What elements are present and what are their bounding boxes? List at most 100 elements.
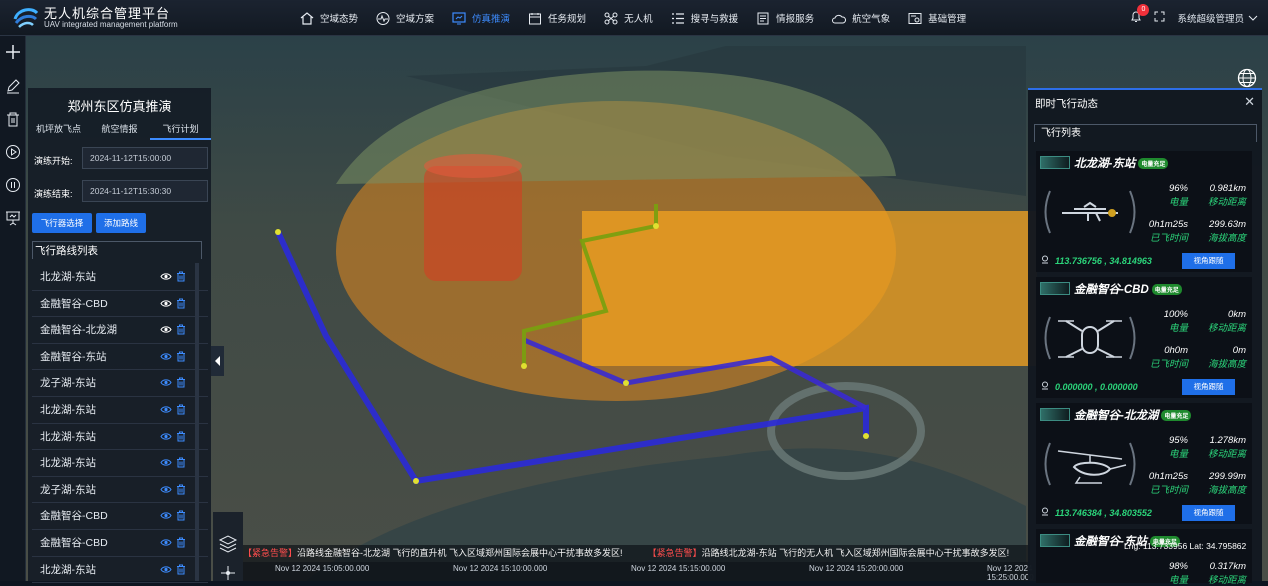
trash-icon[interactable] <box>5 111 21 127</box>
flight-card[interactable]: 北龙湖-东站 电量充足 96% 电量 0.981km 移动距离 0h1m25s 已飞时间 299… <box>1036 151 1252 272</box>
plus-icon[interactable] <box>5 44 21 60</box>
flight-card[interactable]: 金融智谷-CBD 电量充足 100% 电量 0km 移动距离 0h0m 已飞时间 0m 海拔高度 0… <box>1036 277 1252 398</box>
route-item[interactable]: 金融智谷-东站 <box>32 344 208 371</box>
eye-icon[interactable] <box>160 432 172 441</box>
eye-icon[interactable] <box>160 538 172 547</box>
follow-view-button[interactable]: 视角跟随 <box>1182 253 1235 269</box>
follow-view-button[interactable]: 视角跟随 <box>1182 505 1235 521</box>
pencil-icon[interactable] <box>5 78 21 94</box>
eye-icon[interactable] <box>160 352 172 361</box>
eye-icon[interactable] <box>160 565 172 574</box>
nav-airspace-plan[interactable]: 空域方案 <box>376 0 434 36</box>
route-name: 北龙湖-东站 <box>40 430 96 443</box>
waypoint <box>863 433 869 439</box>
nav-intel-service[interactable]: 情报服务 <box>756 0 814 36</box>
route-name: 金融智谷-北龙湖 <box>40 324 117 337</box>
collapse-panel-button[interactable] <box>211 346 224 376</box>
tab-launch-point[interactable]: 机坪放飞点 <box>28 122 89 140</box>
layers-icon[interactable] <box>213 527 243 557</box>
user-name[interactable]: 系统超级管理员 <box>1177 11 1244 25</box>
fullscreen-button[interactable] <box>1154 11 1165 25</box>
distance-stat: 0.317km 移动距离 <box>1207 561 1246 586</box>
calendar-icon <box>529 12 542 24</box>
select-aircraft-button[interactable]: 飞行器选择 <box>32 213 92 233</box>
trash-icon[interactable] <box>176 457 186 468</box>
route-item[interactable]: 北龙湖-东站 <box>32 450 208 477</box>
altitude-stat: 299.99m 海拔高度 <box>1207 471 1246 496</box>
altitude-stat: 299.63m 海拔高度 <box>1207 219 1246 244</box>
route-list-title: 飞行路线列表 <box>32 241 202 259</box>
trash-icon[interactable] <box>176 377 186 388</box>
trash-icon[interactable] <box>176 404 186 415</box>
add-route-button[interactable]: 添加路线 <box>96 213 146 233</box>
presentation-icon[interactable] <box>5 210 21 226</box>
top-bar: 无人机综合管理平台 UAV integrated management plat… <box>0 0 1268 36</box>
trash-icon[interactable] <box>176 431 186 442</box>
route-item[interactable]: 金融智谷-CBD <box>32 503 208 530</box>
panel-tabs: 机坪放飞点 航空情报 飞行计划 <box>28 122 211 140</box>
layer-tools <box>213 512 243 581</box>
location-readout: 113.746384 , 34.803552 <box>1041 507 1152 518</box>
pause-icon[interactable] <box>5 177 21 193</box>
route-item[interactable]: 龙子湖-东站 <box>32 477 208 504</box>
flight-time-stat: 0h1m25s 已飞时间 <box>1148 219 1188 244</box>
route-item[interactable]: 北龙湖-东站 <box>32 557 208 584</box>
trash-icon[interactable] <box>176 351 186 362</box>
route-list-scrollbar[interactable] <box>195 263 199 581</box>
eye-icon[interactable] <box>160 511 172 520</box>
trash-icon[interactable] <box>176 484 186 495</box>
flight-card[interactable]: 金融智谷-北龙湖 电量充足 95% 电量 1.278km 移动距离 0h1m25s 已飞时间 2… <box>1036 403 1252 524</box>
left-toolbar <box>0 36 26 581</box>
trash-icon[interactable] <box>176 537 186 548</box>
eye-icon[interactable] <box>160 405 172 414</box>
location-readout: 0.000000 , 0.000000 <box>1041 381 1138 392</box>
globe-icon[interactable] <box>1237 68 1257 88</box>
tab-flight-plan[interactable]: 飞行计划 <box>150 122 211 140</box>
eye-icon[interactable] <box>160 485 172 494</box>
eye-icon[interactable] <box>160 378 172 387</box>
route-item[interactable]: 龙子湖-东站 <box>32 370 208 397</box>
notification-button[interactable]: 0 <box>1130 4 1150 26</box>
nav-task-planning[interactable]: 任务规划 <box>528 0 586 36</box>
eye-icon[interactable] <box>160 299 172 308</box>
nav-airspace-situation[interactable]: 空域态势 <box>300 0 358 36</box>
drone-icon <box>604 12 618 24</box>
route-item[interactable]: 金融智谷-CBD <box>32 291 208 318</box>
nav-base-management[interactable]: 基础管理 <box>908 0 966 36</box>
trash-icon[interactable] <box>176 564 186 575</box>
timeline-bar[interactable]: Nov 12 2024 15:05:00.000 Nov 12 2024 15:… <box>243 562 1034 582</box>
nav-simulation[interactable]: 仿真推演 <box>452 0 510 36</box>
eye-icon[interactable] <box>160 272 172 281</box>
end-time-input[interactable]: 2024-11-12T15:30:30 <box>82 180 208 202</box>
route-item[interactable]: 金融智谷-北龙湖 <box>32 317 208 344</box>
cursor-coordinates: Lng: 113.733956 Lat: 34.795862 <box>1124 541 1247 551</box>
route-item[interactable]: 北龙湖-东站 <box>32 264 208 291</box>
nav-label: 航空气象 <box>852 14 891 25</box>
chevron-down-icon[interactable] <box>1248 14 1258 22</box>
flight-dynamics-panel: 即时飞行动态 ✕ 飞行列表 北龙湖-东站 电量充足 96% 电量 0.981km 移动距离… <box>1028 88 1262 586</box>
route-item[interactable]: 北龙湖-东站 <box>32 424 208 451</box>
simulation-panel: 郑州东区仿真推演 机坪放飞点 航空情报 飞行计划 演练开始: 2024-11-1… <box>28 88 211 584</box>
follow-view-button[interactable]: 视角跟随 <box>1182 379 1235 395</box>
trash-icon[interactable] <box>176 324 186 335</box>
eye-icon[interactable] <box>160 458 172 467</box>
play-icon[interactable] <box>5 144 21 160</box>
nav-search-rescue[interactable]: 搜寻与救援 <box>671 0 738 36</box>
trash-icon[interactable] <box>176 271 186 282</box>
flight-card[interactable]: 金融智谷-东站 电量充足 98% 电量 0.317km 移动距离 <box>1036 529 1252 586</box>
tab-aviation-intel[interactable]: 航空情报 <box>89 122 150 140</box>
route-item[interactable]: 金融智谷-CBD <box>32 530 208 557</box>
nav-aviation-weather[interactable]: 航空气象 <box>832 0 890 36</box>
nav-uav[interactable]: 无人机 <box>604 0 653 36</box>
trash-icon[interactable] <box>176 298 186 309</box>
trash-icon[interactable] <box>176 510 186 521</box>
waypoint <box>521 363 527 369</box>
flight-route-name: 北龙湖-东站 电量充足 <box>1074 155 1169 171</box>
waypoint <box>413 478 419 484</box>
close-icon[interactable]: ✕ <box>1244 94 1255 110</box>
aircraft-type-icon <box>1040 156 1070 169</box>
nav-label: 仿真推演 <box>472 14 511 25</box>
eye-icon[interactable] <box>160 325 172 334</box>
start-time-input[interactable]: 2024-11-12T15:00:00 <box>82 147 208 169</box>
route-item[interactable]: 北龙湖-东站 <box>32 397 208 424</box>
